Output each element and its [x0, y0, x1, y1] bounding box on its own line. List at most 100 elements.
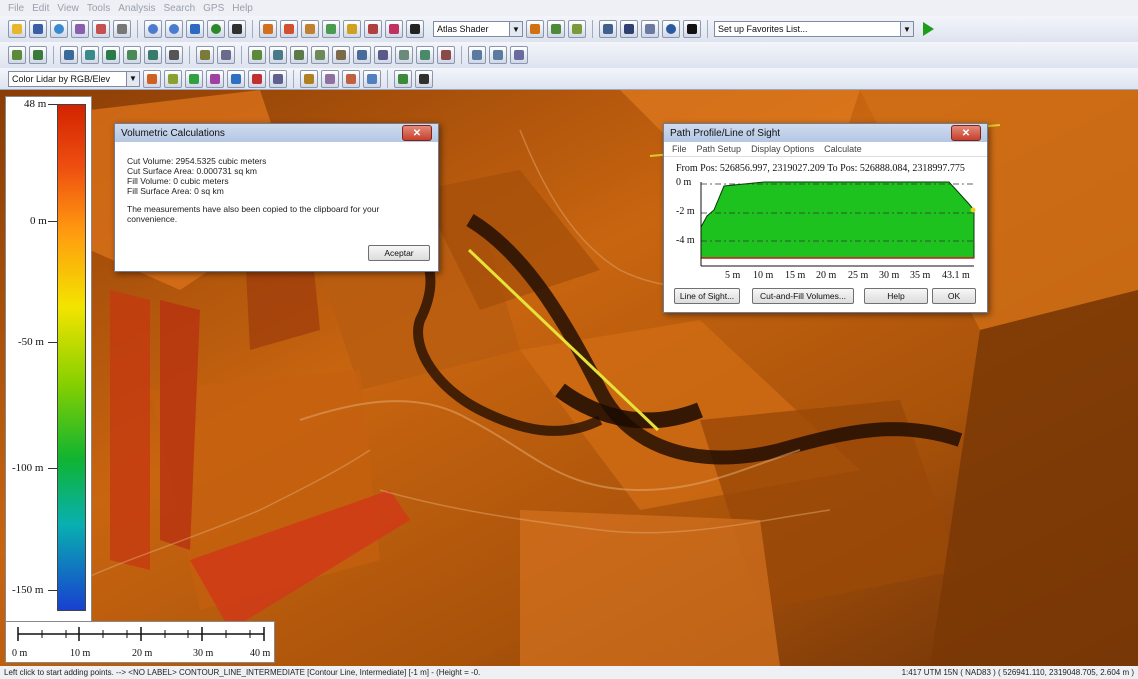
favorites-select-value: Set up Favorites List...	[718, 24, 808, 34]
lidar-select-icon[interactable]	[321, 69, 339, 88]
menu-gps[interactable]: GPS	[203, 3, 224, 14]
style-icon[interactable]	[416, 46, 434, 64]
dialog-title-bar[interactable]: Volumetric Calculations ✕	[115, 124, 438, 142]
combine-icon[interactable]	[217, 46, 235, 64]
profile-x-label: 5 m	[725, 270, 741, 281]
status-message: Left click to start adding points. --> <…	[4, 668, 481, 677]
dialog-menu-file[interactable]: File	[672, 144, 687, 154]
lidar-intensity-icon[interactable]	[164, 69, 182, 88]
zoom-out-icon[interactable]	[165, 20, 183, 38]
lidar-split-icon[interactable]	[394, 69, 412, 88]
attribute-icon[interactable]	[374, 46, 392, 64]
close-icon[interactable]: ✕	[402, 125, 432, 141]
edit-line-icon[interactable]	[60, 46, 78, 64]
intersect-icon[interactable]	[269, 46, 287, 64]
table-icon[interactable]	[228, 20, 246, 38]
tools-icon[interactable]	[113, 20, 131, 38]
lidar-edit-icon[interactable]	[342, 69, 360, 88]
lasso-icon[interactable]	[259, 20, 277, 38]
move-feature-icon[interactable]	[123, 46, 141, 64]
dialog-menu-display-options[interactable]: Display Options	[751, 144, 814, 154]
lighting-icon[interactable]	[568, 20, 586, 38]
shader-select[interactable]: Atlas Shader ▼	[433, 21, 523, 37]
lidar-class-icon[interactable]	[185, 69, 203, 88]
delete-feature-icon[interactable]	[437, 46, 455, 64]
lidar-table-icon[interactable]	[415, 69, 433, 88]
redo-icon[interactable]	[489, 46, 507, 64]
favorites-select[interactable]: Set up Favorites List... ▼	[714, 21, 914, 37]
measure-icon[interactable]	[343, 20, 361, 38]
smooth-icon[interactable]	[290, 46, 308, 64]
undo-icon[interactable]	[468, 46, 486, 64]
lidar-profile-icon[interactable]	[300, 69, 318, 88]
help-button[interactable]: Help	[864, 288, 928, 304]
lidar-elevation-icon[interactable]	[143, 69, 161, 88]
image-icon[interactable]	[301, 20, 319, 38]
ok-button[interactable]: OK	[932, 288, 976, 304]
export-icon[interactable]	[364, 20, 382, 38]
scale-label: 30 m	[193, 648, 214, 659]
digitize-icon[interactable]	[322, 20, 340, 38]
menu-file[interactable]: File	[8, 3, 24, 14]
legend-tick	[48, 342, 57, 343]
north-arrow-icon[interactable]	[683, 20, 701, 38]
profile-x-label: 30 m	[879, 270, 900, 281]
cut-and-fill-button[interactable]: Cut-and-Fill Volumes...	[752, 288, 854, 304]
menu-search[interactable]: Search	[163, 3, 195, 14]
lidar-return-icon[interactable]	[206, 69, 224, 88]
save-icon[interactable]	[29, 20, 47, 38]
path-profile-dialog: Path Profile/Line of Sight ✕ File Path S…	[663, 123, 988, 313]
chevron-down-icon: ▼	[509, 22, 522, 36]
shader-select-value: Atlas Shader	[437, 24, 489, 34]
run-favorite-icon[interactable]	[923, 22, 934, 36]
menu-analysis[interactable]: Analysis	[118, 3, 155, 14]
home-icon[interactable]	[186, 20, 204, 38]
script-icon[interactable]	[641, 20, 659, 38]
menu-edit[interactable]: Edit	[32, 3, 49, 14]
dialog-menu-path-setup[interactable]: Path Setup	[697, 144, 742, 154]
buffer-icon[interactable]	[248, 46, 266, 64]
crop-icon[interactable]	[332, 46, 350, 64]
edit-vertex-icon[interactable]	[81, 46, 99, 64]
view3d-icon[interactable]	[620, 20, 638, 38]
accept-button[interactable]: Aceptar	[368, 245, 430, 261]
grid-icon[interactable]	[71, 20, 89, 38]
overlay-icon[interactable]	[280, 20, 298, 38]
split-icon[interactable]	[196, 46, 214, 64]
globe-icon[interactable]	[50, 20, 68, 38]
lidar-filter-icon[interactable]	[269, 69, 287, 88]
lidar-rgb-icon[interactable]	[248, 69, 266, 88]
fill-volume-text: Fill Volume: 0 cubic meters	[127, 176, 229, 186]
refresh-icon[interactable]	[207, 20, 225, 38]
close-icon[interactable]: ✕	[951, 125, 981, 141]
profile-icon[interactable]	[599, 20, 617, 38]
line-of-sight-button[interactable]: Line of Sight...	[674, 288, 740, 304]
layers-icon[interactable]	[92, 20, 110, 38]
gps-icon[interactable]	[662, 20, 680, 38]
shader-options-icon[interactable]	[526, 20, 544, 38]
menu-view[interactable]: View	[57, 3, 79, 14]
menu-tools[interactable]: Tools	[87, 3, 110, 14]
terrain-icon[interactable]	[547, 20, 565, 38]
open-icon[interactable]	[8, 20, 26, 38]
draw-line-icon[interactable]	[8, 46, 26, 64]
label-icon[interactable]	[353, 46, 371, 64]
snap-icon[interactable]	[395, 46, 413, 64]
select-area-icon[interactable]	[165, 46, 183, 64]
binoculars-icon[interactable]	[406, 20, 424, 38]
rotate-feature-icon[interactable]	[144, 46, 162, 64]
dialog-title-bar[interactable]: Path Profile/Line of Sight ✕	[664, 124, 987, 142]
draw-area-icon[interactable]	[29, 46, 47, 64]
dialog-body: Cut Volume: 2954.5325 cubic meters Cut S…	[115, 142, 438, 224]
lidar-grid-icon[interactable]	[363, 69, 381, 88]
lidar-height-icon[interactable]	[227, 69, 245, 88]
zoom-in-icon[interactable]	[144, 20, 162, 38]
volumetric-calculations-dialog: Volumetric Calculations ✕ Cut Volume: 29…	[114, 123, 439, 272]
create-feature-icon[interactable]	[102, 46, 120, 64]
lidar-color-select[interactable]: Color Lidar by RGB/Elev ▼	[8, 70, 140, 87]
reshape-icon[interactable]	[510, 46, 528, 64]
menu-help[interactable]: Help	[232, 3, 253, 14]
simplify-icon[interactable]	[311, 46, 329, 64]
filter-icon[interactable]	[385, 20, 403, 38]
dialog-menu-calculate[interactable]: Calculate	[824, 144, 862, 154]
